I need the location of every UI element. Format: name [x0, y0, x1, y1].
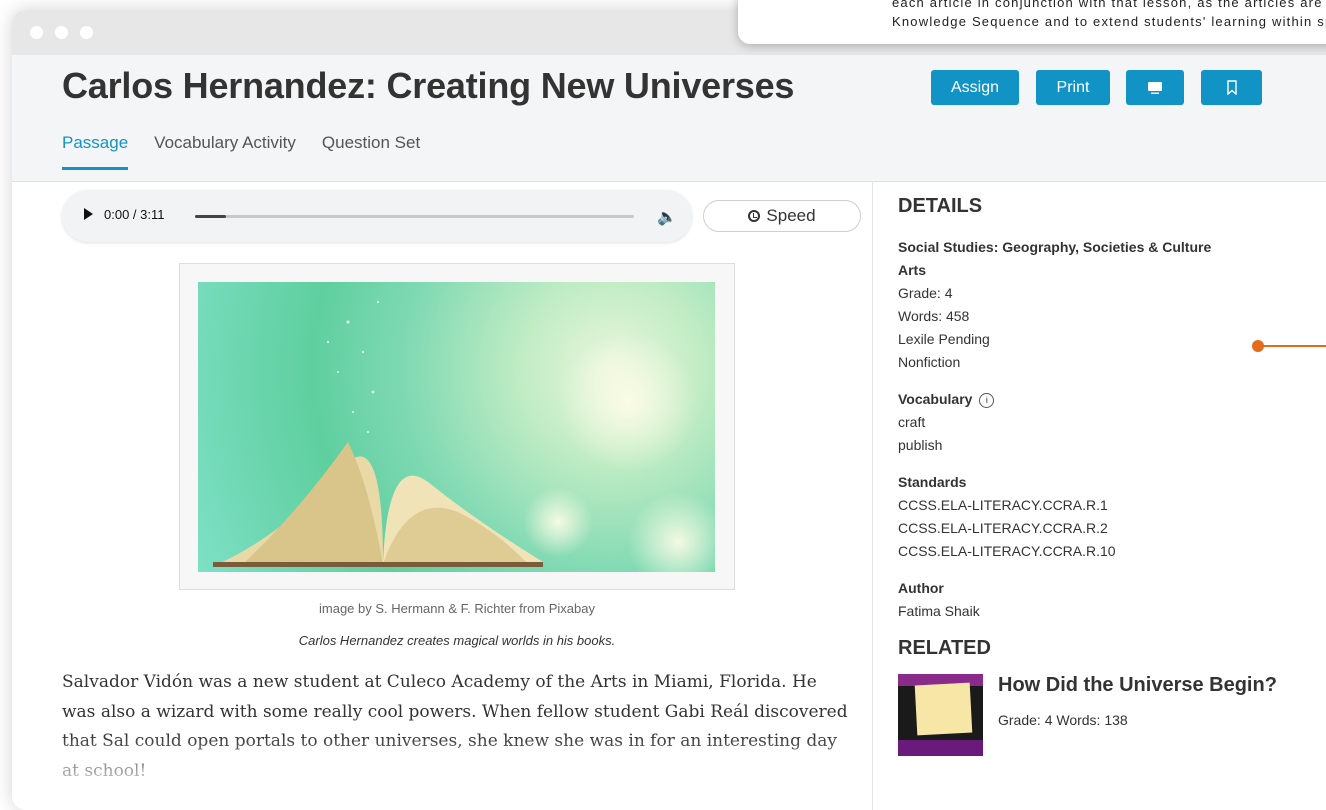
vocabulary-heading: Vocabulary i — [898, 388, 1326, 411]
browser-window: Carlos Hernandez: Creating New Universes… — [12, 10, 1326, 810]
play-icon[interactable] — [84, 208, 93, 220]
word-count: Words: 458 — [898, 308, 970, 324]
author-name: Fatima Shaik — [898, 603, 980, 619]
audio-progress-track[interactable] — [195, 215, 634, 218]
open-book-illustration — [213, 300, 715, 572]
maximize-window-dot[interactable] — [80, 26, 93, 39]
info-icon[interactable]: i — [979, 393, 995, 408]
related-meta: Grade: 4 Words: 138 — [998, 712, 1128, 728]
subject-line-1: Social Studies: Geography, Societies & C… — [898, 239, 1212, 255]
tab-passage[interactable]: Passage — [62, 133, 129, 170]
image-credit: image by S. Hermann & F. Richter from Pi… — [319, 601, 595, 616]
related-thumbnail[interactable] — [898, 674, 983, 756]
article-tabs: Passage Vocabulary Activity Question Set — [62, 133, 446, 170]
speed-button[interactable]: Speed — [703, 200, 861, 232]
column-divider — [872, 182, 873, 810]
genre-value: Nonfiction — [898, 354, 961, 370]
clock-icon — [748, 210, 761, 222]
audio-player: 0:00 / 3:11 🔈 — [62, 190, 692, 242]
assign-button[interactable]: Assign — [931, 70, 1019, 105]
related-article[interactable]: How Did the Universe Begin? Grade: 4 Wor… — [898, 674, 1326, 764]
annotation-dot — [1252, 340, 1264, 352]
minimize-window-dot[interactable] — [55, 26, 68, 39]
callout-line-1: each article in conjunction with that le… — [892, 0, 1326, 10]
image-caption: Carlos Hernandez creates magical worlds … — [298, 633, 616, 648]
present-button[interactable] — [1126, 70, 1184, 105]
related-heading: RELATED — [898, 637, 991, 659]
volume-icon[interactable]: 🔈 — [657, 207, 677, 227]
article-page: Carlos Hernandez: Creating New Universes… — [12, 55, 1326, 810]
standards-heading: Standards — [898, 474, 967, 490]
annotation-line — [1257, 345, 1326, 347]
vocabulary-word: publish — [898, 437, 943, 453]
speed-label: Speed — [766, 206, 816, 225]
standard-item: CCSS.ELA-LITERACY.CCRA.R.1 — [898, 497, 1108, 513]
article-figure — [179, 263, 735, 590]
article-header: Carlos Hernandez: Creating New Universes… — [12, 55, 1326, 182]
tab-vocabulary-activity[interactable]: Vocabulary Activity — [154, 133, 296, 170]
details-heading: DETAILS — [898, 195, 983, 217]
subject-line-2: Arts — [898, 262, 927, 278]
related-title[interactable]: How Did the Universe Begin? — [998, 674, 1277, 697]
author-heading: Author — [898, 580, 944, 596]
callout-line-2: Knowledge Sequence and to extend student… — [892, 14, 1326, 29]
standard-item: CCSS.ELA-LITERACY.CCRA.R.2 — [898, 520, 1108, 536]
audio-progress-fill — [195, 215, 226, 218]
tab-question-set[interactable]: Question Set — [322, 133, 420, 170]
page-title: Carlos Hernandez: Creating New Universes — [62, 65, 795, 106]
monitor-icon — [1148, 81, 1162, 94]
grade-value: Grade: 4 — [898, 285, 953, 301]
book-photo — [198, 282, 715, 572]
vocabulary-label: Vocabulary — [898, 391, 973, 407]
print-button[interactable]: Print — [1036, 70, 1110, 105]
standard-item: CCSS.ELA-LITERACY.CCRA.R.10 — [898, 543, 1116, 559]
bookmark-button[interactable] — [1201, 70, 1262, 105]
close-window-dot[interactable] — [30, 26, 43, 39]
bookmark-icon — [1226, 80, 1237, 95]
details-sidebar: DETAILS Social Studies: Geography, Socie… — [898, 195, 1326, 764]
vocabulary-word: craft — [898, 414, 926, 430]
info-callout: each article in conjunction with that le… — [738, 0, 1326, 44]
audio-time: 0:00 / 3:11 — [104, 207, 165, 222]
passage-fade-overlay — [12, 735, 872, 810]
